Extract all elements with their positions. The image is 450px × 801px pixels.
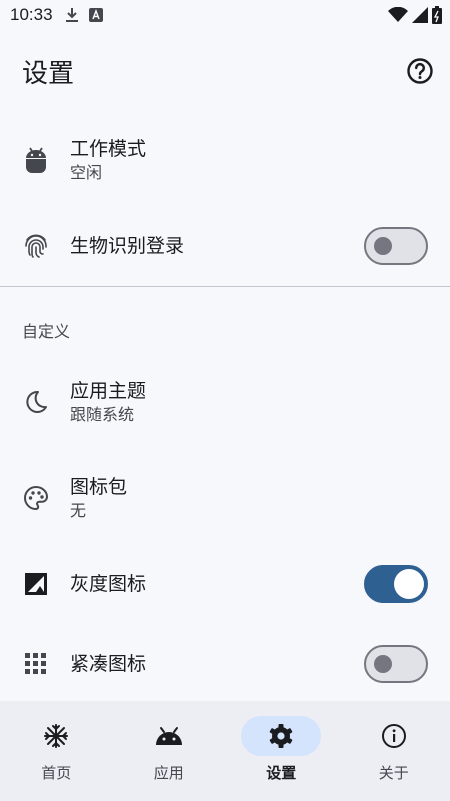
a-box-icon (88, 8, 103, 22)
setting-title: 工作模式 (70, 138, 147, 160)
nav-label: 设置 (266, 764, 297, 782)
divider (0, 286, 450, 287)
section-header: 自定义 (22, 322, 71, 341)
biometric-toggle[interactable] (364, 227, 428, 265)
battery-icon (432, 6, 442, 28)
status-time: 10:33 (10, 5, 53, 24)
nav-label: 应用 (153, 764, 184, 782)
setting-title: 紧凑图标 (70, 653, 147, 675)
wifi-icon (388, 6, 408, 27)
setting-subtitle: 无 (70, 501, 87, 520)
nav-label: 首页 (41, 764, 72, 782)
grid-icon (22, 650, 50, 678)
download-icon (65, 7, 79, 23)
status-bar: 10:33 (0, 0, 450, 30)
nav-label: 关于 (378, 764, 409, 782)
grayscale-icon (22, 570, 50, 598)
bottom-nav: 首页 应用 设置 关于 (0, 701, 450, 801)
app-bar: 设置 (0, 40, 450, 102)
setting-biometric[interactable]: 生物识别登录 (0, 220, 450, 272)
help-button[interactable] (400, 51, 440, 91)
setting-subtitle: 空闲 (70, 163, 103, 182)
setting-title: 图标包 (70, 476, 128, 498)
snowflake-icon (44, 724, 69, 748)
setting-title: 应用主题 (70, 380, 147, 402)
page-title: 设置 (22, 58, 75, 89)
setting-app-theme[interactable]: 应用主题 跟随系统 (0, 364, 450, 440)
moon-icon (22, 388, 50, 416)
setting-work-mode[interactable]: 工作模式 空闲 (0, 122, 450, 198)
setting-grayscale-icon[interactable]: 灰度图标 (0, 558, 450, 610)
help-circle-icon (407, 58, 433, 84)
setting-subtitle: 跟随系统 (70, 405, 135, 424)
setting-title: 生物识别登录 (70, 235, 185, 257)
info-icon (381, 724, 406, 748)
nav-about[interactable]: 关于 (338, 701, 450, 801)
compact-toggle[interactable] (364, 645, 428, 683)
fingerprint-icon (22, 232, 50, 260)
gear-icon (269, 724, 293, 748)
grayscale-toggle[interactable] (364, 565, 428, 603)
setting-title: 灰度图标 (70, 573, 147, 595)
setting-icon-pack[interactable]: 图标包 无 (0, 460, 450, 536)
android-icon (22, 146, 50, 174)
nav-home[interactable]: 首页 (0, 701, 113, 801)
signal-icon (412, 7, 428, 27)
nav-apps[interactable]: 应用 (113, 701, 226, 801)
palette-icon (22, 484, 50, 512)
setting-compact-icon[interactable]: 紧凑图标 (0, 638, 450, 690)
android-icon (155, 727, 182, 745)
nav-settings[interactable]: 设置 (225, 701, 338, 801)
